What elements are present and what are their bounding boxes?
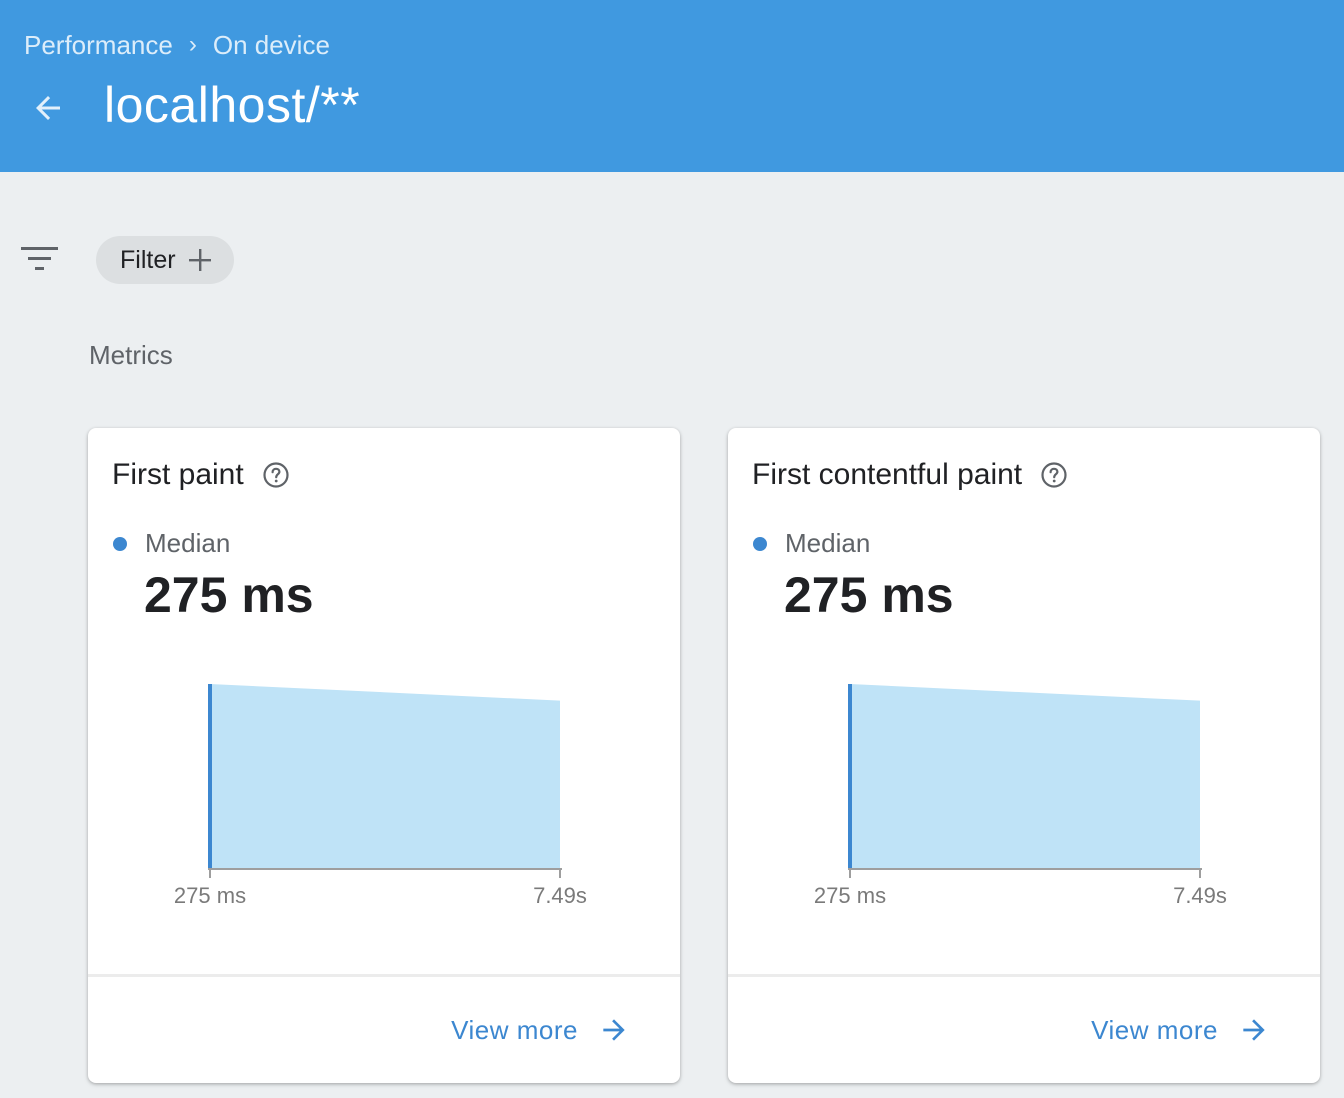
view-more-button[interactable]: View more [451,1014,630,1046]
back-button[interactable] [26,86,70,130]
filter-list-icon[interactable] [20,242,60,278]
card-divider [88,974,680,977]
add-filter-chip[interactable]: Filter [96,236,234,284]
distribution-area [850,684,1200,869]
x-tick-label: 7.49s [533,883,587,908]
breadcrumb-performance[interactable]: Performance [24,30,173,61]
distribution-chart: 275 ms 7.49s [814,684,1227,908]
view-more-label: View more [451,1014,578,1045]
card-divider [728,974,1320,977]
x-tick-label: 275 ms [174,883,246,908]
app-header: Performance › On device localhost/** [0,0,1344,172]
distribution-chart: 275 ms 7.49s [174,684,587,908]
page-title: localhost/** [104,77,361,133]
view-more-label: View more [1091,1014,1218,1045]
metric-card-first-contentful-paint: First contentful paint Median 275 ms 275… [728,428,1320,1083]
arrow-back-icon [36,96,60,120]
breadcrumb: Performance › On device [24,28,330,62]
distribution-area [210,684,560,869]
metrics-section-label: Metrics [89,340,173,370]
x-tick-label: 7.49s [1173,883,1227,908]
breadcrumb-separator: › [188,31,197,58]
arrow-forward-icon [603,1019,625,1041]
add-icon [188,249,211,271]
arrow-forward-icon [1243,1019,1265,1041]
metric-card-first-paint: First paint Median 275 ms 275 ms 7.49s Vi… [88,428,680,1083]
x-tick-label: 275 ms [814,883,886,908]
filter-chip-label: Filter [120,245,176,274]
breadcrumb-on-device[interactable]: On device [213,30,330,61]
view-more-button[interactable]: View more [1091,1014,1270,1046]
